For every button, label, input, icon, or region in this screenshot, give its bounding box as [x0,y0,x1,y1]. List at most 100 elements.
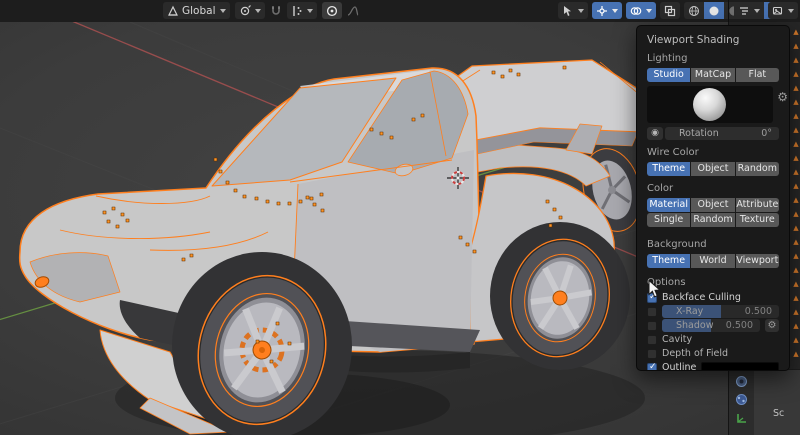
outliner-item-icon[interactable]: ▲ [792,42,800,50]
outliner-item-icon[interactable]: ▲ [792,308,800,316]
options-label: Options [647,277,779,288]
chevron-down-icon [307,9,313,13]
outliner-item-icon[interactable]: ▲ [792,336,800,344]
editor-divider [728,0,729,22]
depth-of-field-checkbox[interactable] [647,349,657,359]
color-random[interactable]: Random [691,213,734,227]
rotation-label: Rotation [679,127,719,140]
outliner-item-icon[interactable]: ▲ [792,70,800,78]
color-attribute[interactable]: Attribute [736,198,779,212]
wire-color-object[interactable]: Object [691,162,734,176]
outliner-item-icon[interactable]: ▲ [792,350,800,358]
outliner-item-icon[interactable]: ▲ [792,210,800,218]
shadow-checkbox[interactable] [647,321,657,331]
object-type-visibility-dropdown[interactable] [558,2,588,19]
snap-with-icon [291,5,303,17]
depth-of-field-label: Depth of Field [662,348,728,359]
outliner-item-icon[interactable]: ▲ [792,28,800,36]
properties-editor[interactable]: Sc [728,369,800,435]
snap-with-dropdown[interactable] [287,2,317,19]
outliner-item-icon[interactable]: ▲ [792,280,800,288]
show-gizmos-toggle[interactable] [592,2,622,19]
gear-icon[interactable]: ⚙ [777,90,788,104]
background-world[interactable]: World [691,254,734,268]
cavity-checkbox[interactable] [647,335,657,345]
color-texture[interactable]: Texture [736,213,779,227]
lighting-option-studio[interactable]: Studio [647,68,690,82]
outliner-item-icon[interactable]: ▲ [792,322,800,330]
lighting-label: Lighting [647,53,779,64]
lighting-option-flat[interactable]: Flat [736,68,779,82]
object-type-visibility-icon [562,5,574,17]
outliner-item-icon[interactable]: ▲ [792,154,800,162]
lighting-segmented: Studio MatCap Flat [647,68,779,82]
proportional-falloff-icon[interactable] [347,5,359,17]
editor-type-dropdown[interactable] [734,2,764,19]
color-object[interactable]: Object [691,198,734,212]
xray-checkbox[interactable] [647,307,657,317]
outliner-item-icon[interactable]: ▲ [792,294,800,302]
panel-title: Viewport Shading [647,34,779,46]
outline-checkbox[interactable] [647,363,657,372]
background-viewport[interactable]: Viewport [736,254,779,268]
proportional-editing-toggle[interactable] [322,2,342,19]
color-single[interactable]: Single [647,213,690,227]
snap-magnet-icon[interactable] [270,5,282,17]
chevron-down-icon [754,9,760,13]
studiolight-sphere [693,88,726,121]
rotation-value: 0° [761,127,772,140]
xray-slider[interactable]: X-Ray 0.500 [662,305,779,318]
studiolight-preview[interactable] [647,86,773,123]
display-mode-dropdown[interactable] [768,2,798,19]
shading-wireframe-button[interactable] [684,2,704,19]
outliner-item-icon[interactable]: ▲ [792,196,800,204]
data-axes-tab-icon[interactable] [735,412,748,425]
shading-wireframe-icon [688,5,700,17]
outliner-item-icon[interactable]: ▲ [792,224,800,232]
wire-color-random[interactable]: Random [736,162,779,176]
blender-window: ▲ ▲ ▲ ▲ ▲ ▲ ▲ ▲ ▲ ▲ ▲ ▲ ▲ ▲ ▲ ▲ ▲ ▲ ▲ ▲ ▲ ▲ ▲ ▲ Sc [0,0,800,435]
toggle-xray-button[interactable] [660,2,680,19]
proportional-editing-icon [326,5,338,17]
outliner-item-icon[interactable]: ▲ [792,252,800,260]
color-material[interactable]: Material [647,198,690,212]
backface-culling-label: Backface Culling [662,292,741,303]
outliner-item-icon[interactable]: ▲ [792,112,800,120]
background-label: Background [647,239,779,250]
shadow-slider[interactable]: Shadow 0.500 [662,319,760,332]
outliner-item-icon[interactable]: ▲ [792,238,800,246]
pivot-point-dropdown[interactable] [235,2,265,19]
outliner-item-icon[interactable]: ▲ [792,266,800,274]
outliner-item-icon[interactable]: ▲ [792,126,800,134]
transform-orientation-icon [167,5,179,17]
outliner-item-icon[interactable]: ▲ [792,84,800,92]
chevron-down-icon [220,9,226,13]
color-segmented-row1: Material Object Attribute [647,198,779,212]
shadow-label: Shadow [676,319,714,332]
editor-type-icon [738,5,750,17]
render-tab-icon[interactable] [735,375,748,388]
viewport-header: Global [0,0,800,22]
shadow-settings-gear-icon[interactable]: ⚙ [765,319,779,332]
color-label: Color [647,183,779,194]
lighting-option-matcap[interactable]: MatCap [691,68,734,82]
chevron-down-icon [646,9,652,13]
viewport-shading-popover: Viewport Shading Lighting Studio MatCap … [636,25,790,371]
outliner-item-icon[interactable]: ▲ [792,182,800,190]
transform-orientation-dropdown[interactable]: Global [163,2,230,19]
show-overlays-toggle[interactable] [626,2,656,19]
chevron-down-icon [788,9,794,13]
outliner-item-icon[interactable]: ▲ [792,98,800,106]
background-theme[interactable]: Theme [647,254,690,268]
shading-solid-button[interactable] [704,2,724,19]
world-space-lighting-icon[interactable]: ◉ [647,127,663,140]
outliner-item-icon[interactable]: ▲ [792,168,800,176]
properties-partial-text: Sc [773,408,784,419]
outliner-item-icon[interactable]: ▲ [792,140,800,148]
outline-color-swatch[interactable] [701,362,779,371]
wire-color-theme[interactable]: Theme [647,162,690,176]
world-tab-icon[interactable] [735,393,748,406]
outliner-item-icon[interactable]: ▲ [792,56,800,64]
outline-label: Outline [662,362,696,371]
rotation-slider[interactable]: Rotation 0° [665,127,779,140]
